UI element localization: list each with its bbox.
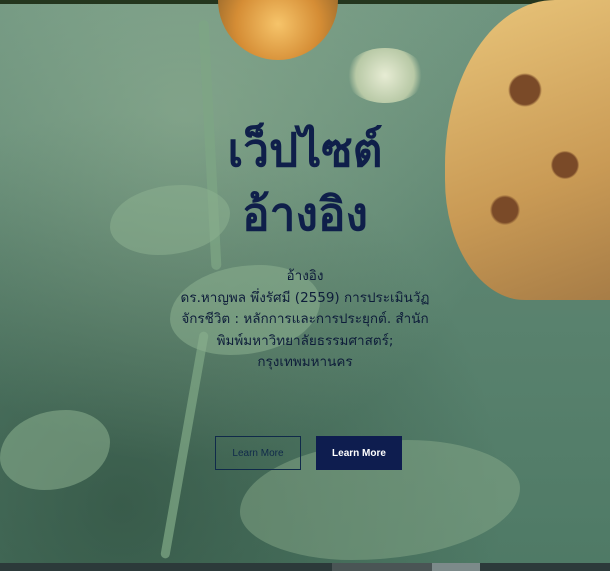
flower-image [218, 0, 338, 60]
reference-line: พิมพ์มหาวิทยาลัยธรรมศาสตร์; [216, 332, 394, 349]
reference-line: จักรชีวิต : หลักการและการประยุกต์. สำนัก [181, 311, 429, 327]
white-flower-image [345, 48, 425, 103]
reference-line: อ้างอิง [286, 268, 324, 284]
title-line-1: เว็ปไซต์ [227, 123, 383, 177]
title-line-2: อ้างอิง [241, 187, 368, 241]
reference-text: อ้างอิง ดร.หาญพล พึ่งรัศมี (2559) การประ… [145, 266, 465, 374]
bottom-bar [0, 563, 610, 571]
learn-more-outline-button[interactable]: Learn More [215, 436, 301, 470]
leaf-image [0, 410, 110, 490]
learn-more-solid-button[interactable]: Learn More [316, 436, 402, 470]
page-title: เว็ปไซต์ อ้างอิง [0, 118, 610, 246]
reference-line: ดร.หาญพล พึ่งรัศมี (2559) การประเมินวัฏ [180, 289, 430, 306]
bottom-bar-segment [432, 563, 480, 571]
reference-line: กรุงเทพมหานคร [257, 354, 353, 370]
bottom-bar-segment [332, 563, 432, 571]
